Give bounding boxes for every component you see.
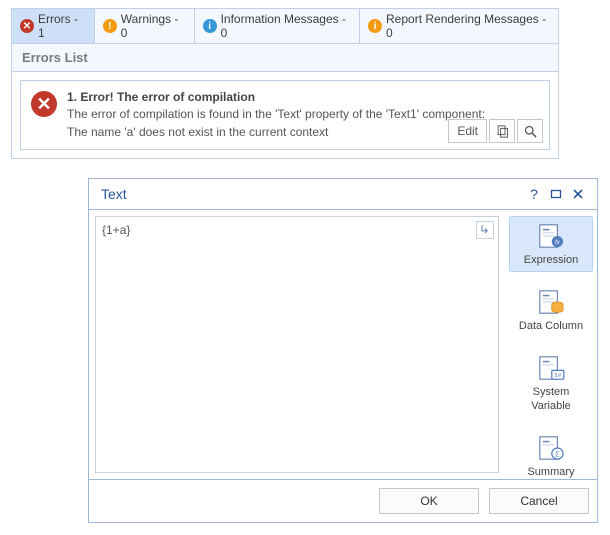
editor-side-options: fx Expression Data Column xyxy=(505,210,597,479)
maximize-icon xyxy=(550,188,562,200)
close-icon xyxy=(572,188,584,200)
cancel-button[interactable]: Cancel xyxy=(489,488,589,514)
dialog-footer: OK Cancel xyxy=(89,480,597,522)
insert-button[interactable] xyxy=(476,221,494,239)
error-badge-icon: ✕ xyxy=(31,91,57,117)
svg-text:Σ#: Σ# xyxy=(555,373,562,379)
errors-list-body: ✕ 1. Error! The error of compilation The… xyxy=(12,72,558,158)
option-summary[interactable]: Σ Summary xyxy=(509,428,593,480)
tab-info-label: Information Messages - 0 xyxy=(221,12,351,40)
text-input[interactable] xyxy=(96,217,498,472)
system-variable-icon: Σ# xyxy=(534,353,568,383)
maximize-button[interactable] xyxy=(545,185,567,203)
tab-info[interactable]: i Information Messages - 0 xyxy=(194,9,359,43)
editor-wrap xyxy=(89,210,505,479)
errors-panel: ✕ Errors - 1 ! Warnings - 0 i Informatio… xyxy=(11,8,559,159)
error-item[interactable]: ✕ 1. Error! The error of compilation The… xyxy=(20,80,550,150)
search-icon xyxy=(523,124,538,139)
svg-text:fx: fx xyxy=(555,239,561,246)
report-icon: i xyxy=(368,19,382,33)
tab-errors[interactable]: ✕ Errors - 1 xyxy=(12,9,94,43)
insert-arrow-icon xyxy=(479,224,491,236)
error-icon: ✕ xyxy=(20,19,34,33)
option-system-variable-label-1: System xyxy=(533,386,570,399)
warning-icon: ! xyxy=(103,19,117,33)
data-column-icon xyxy=(534,287,568,317)
option-expression-label: Expression xyxy=(524,254,578,267)
help-button[interactable]: ? xyxy=(523,185,545,203)
errors-list-title: Errors List xyxy=(12,44,558,72)
option-data-column[interactable]: Data Column xyxy=(509,282,593,338)
edit-button[interactable]: Edit xyxy=(448,119,487,143)
option-system-variable[interactable]: Σ# System Variable xyxy=(509,348,593,417)
copy-icon xyxy=(495,124,510,139)
option-system-variable-label-2: Variable xyxy=(531,400,571,413)
tab-errors-label: Errors - 1 xyxy=(38,12,86,40)
svg-text:Σ: Σ xyxy=(555,449,560,458)
tab-warnings[interactable]: ! Warnings - 0 xyxy=(94,9,194,43)
tab-render[interactable]: i Report Rendering Messages - 0 xyxy=(359,9,558,43)
option-summary-label: Summary xyxy=(527,466,574,479)
text-editor xyxy=(95,216,499,473)
close-button[interactable] xyxy=(567,185,589,203)
tab-render-label: Report Rendering Messages - 0 xyxy=(386,12,550,40)
search-button[interactable] xyxy=(517,119,543,143)
tab-warnings-label: Warnings - 0 xyxy=(121,12,186,40)
ok-button[interactable]: OK xyxy=(379,488,479,514)
option-expression[interactable]: fx Expression xyxy=(509,216,593,272)
dialog-title: Text xyxy=(101,186,523,202)
error-heading: 1. Error! The error of compilation xyxy=(67,89,539,106)
summary-icon: Σ xyxy=(534,433,568,463)
message-tabs: ✕ Errors - 1 ! Warnings - 0 i Informatio… xyxy=(12,9,558,44)
text-editor-dialog: Text ? xyxy=(88,178,598,523)
option-data-column-label: Data Column xyxy=(519,320,583,333)
expression-icon: fx xyxy=(534,221,568,251)
info-icon: i xyxy=(203,19,217,33)
copy-button[interactable] xyxy=(489,119,515,143)
dialog-body: fx Expression Data Column xyxy=(89,209,597,480)
error-actions: Edit xyxy=(448,119,543,143)
dialog-titlebar[interactable]: Text ? xyxy=(89,179,597,209)
